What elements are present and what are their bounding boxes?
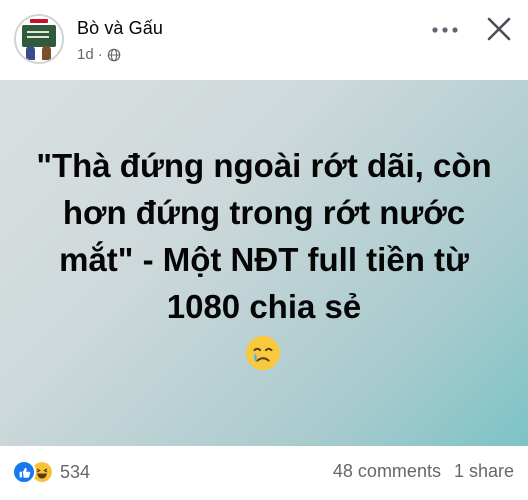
reaction-count: 534 [60,461,91,482]
post-time[interactable]: 1d [77,46,94,63]
engagement-stats: 48 comments 1 share [333,461,514,482]
post-meta: 1d · [77,46,121,63]
face-holding-back-tears-icon [245,335,281,371]
avatar-person [42,46,51,60]
post-header: Bò và Gấu 1d · [0,0,528,80]
like-icon [12,460,36,484]
post-background-card[interactable]: "Thà đứng ngoài rớt dãi, còn hơn đứng tr… [0,80,528,446]
meta-separator: · [97,46,103,63]
page-avatar[interactable] [14,14,64,64]
post-text: "Thà đứng ngoài rớt dãi, còn hơn đứng tr… [36,147,492,325]
globe-icon [107,48,120,61]
avatar-banner [30,19,48,23]
more-options-icon[interactable] [430,18,460,42]
avatar-person [26,46,35,60]
page-name[interactable]: Bò và Gấu [77,18,163,39]
avatar-board [22,25,56,47]
reactions-summary[interactable]: 534 [12,458,90,486]
comments-count[interactable]: 48 comments [333,461,441,482]
shares-count[interactable]: 1 share [454,461,514,482]
close-icon[interactable] [484,14,514,44]
